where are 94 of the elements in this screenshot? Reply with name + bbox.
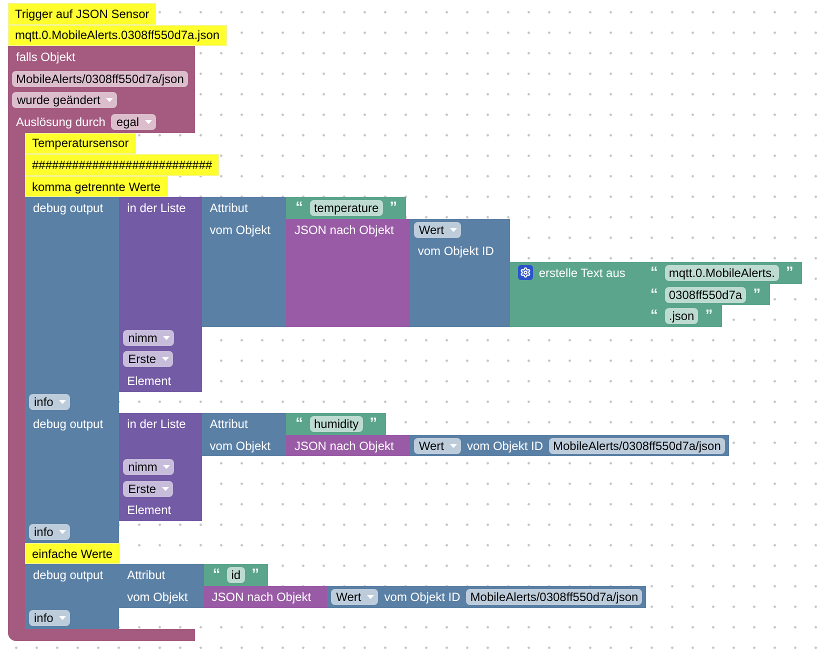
text-input-field[interactable]: MobileAlerts/0308ff550d7a/json — [12, 70, 188, 87]
caret-icon — [450, 444, 457, 448]
quote-mark: “ — [294, 416, 304, 432]
block-label: erstelle Text aus — [538, 264, 626, 281]
dropdown-field[interactable]: Erste — [123, 351, 174, 368]
quote-mark: “ — [294, 200, 304, 216]
text-input-field[interactable]: temperature — [310, 200, 383, 216]
event-block-header[interactable]: falls Objekt MobileAlerts/0308ff550d7a/json wurde geändert Auslösung durch egal — [8, 46, 195, 133]
block-label: vom Objekt — [208, 438, 272, 454]
block-label: JSON nach Objekt — [293, 438, 395, 454]
block-label: in der Liste — [126, 200, 187, 216]
text-block[interactable]: “ humidity ” — [286, 413, 386, 435]
quote-mark: ” — [784, 264, 794, 281]
caret-icon — [106, 98, 114, 102]
block-label: JSON nach Objekt — [293, 222, 395, 238]
dropdown-field[interactable]: Wert — [331, 588, 378, 605]
attribute-block[interactable]: Attribut vom Objekt — [202, 413, 286, 456]
quote-mark: ” — [704, 308, 714, 324]
quote-mark: “ — [212, 567, 222, 584]
text-block[interactable]: “ id ” — [204, 564, 268, 586]
text-input-field[interactable]: humidity — [310, 416, 363, 432]
dropdown-field[interactable]: wurde geändert — [12, 92, 118, 108]
dropdown-field[interactable]: nimm — [123, 459, 174, 476]
list-item-block[interactable]: in der Liste nimm Erste Element — [119, 197, 202, 392]
text-input-field[interactable]: MobileAlerts/0308ff550d7a/json — [466, 588, 642, 605]
block-label: Element — [126, 502, 172, 518]
state-value-block[interactable]: Wert vom Objekt ID MobileAlerts/0308ff550d7a/json — [327, 586, 646, 608]
dropdown-field[interactable]: Wert — [414, 438, 461, 454]
comment-block[interactable]: einfache Werte — [25, 542, 120, 564]
caret-icon — [59, 400, 66, 404]
dropdown-field[interactable]: info — [29, 610, 70, 626]
text-block[interactable]: “ 0308ff550d7a ” — [641, 284, 770, 306]
text-input-field[interactable]: 0308ff550d7a — [664, 286, 746, 303]
caret-icon — [162, 486, 170, 491]
comment-block[interactable]: mqtt.0.MobileAlerts.0308ff550d7a.json — [8, 24, 227, 46]
text-block[interactable]: “ temperature ” — [286, 197, 406, 219]
caret-icon — [450, 228, 457, 232]
caret-icon — [59, 530, 66, 534]
block-label: Attribut — [126, 567, 166, 584]
dropdown-field[interactable]: Erste — [123, 480, 174, 497]
block-label: Attribut — [208, 416, 249, 432]
dropdown-field[interactable]: Wert — [414, 222, 461, 238]
json-parse-block[interactable]: JSON nach Objekt — [286, 434, 410, 456]
block-label: vom Objekt ID — [466, 438, 544, 454]
dropdown-field[interactable]: nimm — [123, 330, 174, 346]
attribute-block[interactable]: Attribut vom Objekt — [119, 564, 204, 608]
block-label: vom Objekt — [208, 222, 272, 238]
comment-block[interactable]: komma getrennte Werte — [25, 176, 168, 198]
state-value-block[interactable]: Wert vom Objekt ID MobileAlerts/0308ff550d7a/json — [410, 434, 729, 456]
quote-mark: ” — [250, 567, 260, 584]
block-label: Auslösung durch — [15, 114, 106, 130]
quote-mark: ” — [752, 286, 762, 303]
block-label: Element — [126, 372, 172, 389]
block-label: debug output — [32, 200, 104, 216]
text-block[interactable]: “ .json ” — [641, 305, 722, 327]
quote-mark: “ — [649, 286, 659, 303]
json-parse-block[interactable]: JSON nach Objekt — [204, 586, 328, 608]
quote-mark: “ — [649, 308, 659, 324]
block-label: falls Objekt — [15, 48, 76, 65]
block-label: vom Objekt — [126, 588, 189, 605]
comment-block[interactable]: Trigger auf JSON Sensor — [8, 3, 156, 25]
gear-icon[interactable] — [518, 265, 533, 280]
quote-mark: ” — [368, 416, 378, 432]
caret-icon — [367, 594, 374, 599]
block-label: debug output — [32, 567, 104, 584]
text-block[interactable]: “ mqtt.0.MobileAlerts. ” — [641, 262, 802, 284]
block-label: JSON nach Objekt — [210, 588, 312, 605]
event-block-footer[interactable] — [8, 629, 195, 642]
text-input-field[interactable]: .json — [664, 308, 698, 324]
block-label: vom Objekt ID — [383, 588, 462, 605]
json-parse-block[interactable]: JSON nach Objekt — [286, 218, 410, 327]
block-label: vom Objekt ID — [416, 243, 495, 260]
dropdown-field[interactable]: info — [29, 524, 70, 540]
comment-block[interactable]: Temperatursensor — [25, 132, 136, 154]
state-value-block[interactable]: Wert vom Objekt ID — [410, 218, 510, 327]
block-label: Attribut — [208, 200, 249, 216]
quote-mark: ” — [388, 200, 398, 216]
caret-icon — [162, 357, 170, 362]
text-input-field[interactable]: id — [227, 567, 245, 584]
block-label: debug output — [32, 416, 104, 432]
caret-icon — [59, 616, 66, 620]
caret-icon — [145, 120, 152, 124]
quote-mark: “ — [649, 264, 659, 281]
debug-output-block[interactable]: debug output info — [25, 564, 120, 630]
block-label: in der Liste — [126, 416, 187, 432]
attribute-block[interactable]: Attribut vom Objekt — [202, 197, 286, 327]
list-item-block[interactable]: in der Liste nimm Erste Element — [119, 413, 202, 522]
comment-block[interactable]: ########################### — [25, 154, 220, 176]
text-input-field[interactable]: MobileAlerts/0308ff550d7a/json — [549, 438, 725, 454]
dropdown-field[interactable]: egal — [111, 114, 156, 130]
caret-icon — [163, 336, 170, 340]
text-input-field[interactable]: mqtt.0.MobileAlerts. — [664, 264, 779, 281]
dropdown-field[interactable]: info — [29, 394, 70, 410]
caret-icon — [163, 465, 170, 470]
